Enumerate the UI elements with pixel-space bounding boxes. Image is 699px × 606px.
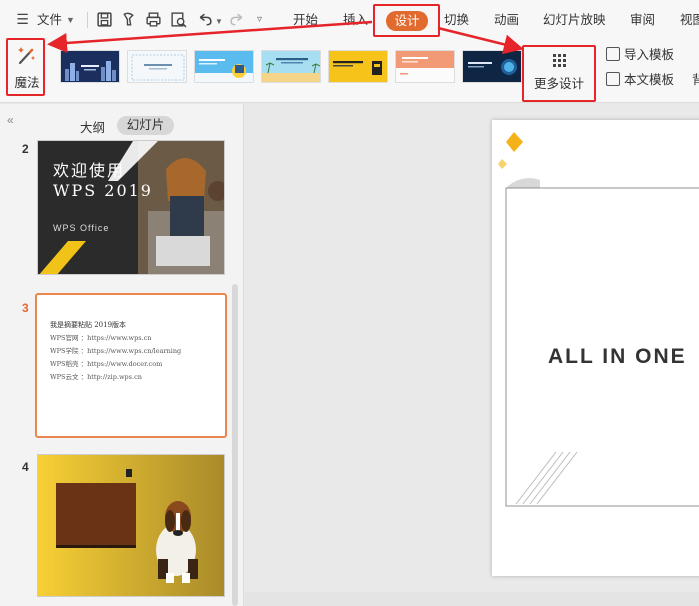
design-tab-highlight	[373, 4, 440, 37]
file-menu-chevron-icon[interactable]: ▼	[66, 10, 75, 30]
tab-insert[interactable]: 插入	[343, 10, 368, 30]
slide-thumbnail-2[interactable]: 欢迎使用 WPS 2019 WPS Office	[37, 140, 225, 275]
canvas-bottom-strip	[245, 592, 699, 606]
import-template-label: 导入模板	[624, 48, 675, 62]
slide-3-line-1: 我是摘要粘贴 2019版本	[50, 321, 127, 329]
slide-2-brand: WPS Office	[53, 223, 110, 233]
template-7-preview	[463, 51, 521, 82]
design-template-7[interactable]	[462, 50, 522, 83]
slide-4-image	[38, 455, 224, 596]
more-design-highlight	[522, 45, 596, 102]
slide-thumbnail-3[interactable]: 我是摘要粘贴 2019版本 WPS官网 ：https://www.wps.cn …	[35, 293, 227, 438]
tab-outline[interactable]: 大纲	[80, 117, 105, 136]
slide-number: 2	[22, 142, 29, 156]
tab-start[interactable]: 开始	[293, 10, 318, 30]
save-icon[interactable]	[96, 11, 113, 28]
slide-2-title: 欢迎使用	[53, 161, 126, 180]
hamburger-menu-icon[interactable]: ☰	[14, 11, 31, 28]
tab-transition[interactable]: 切换	[444, 10, 469, 30]
template-5-preview	[329, 51, 387, 82]
design-template-2[interactable]	[127, 50, 187, 83]
panel-header: « 大纲 幻灯片	[0, 104, 244, 136]
slide-3-line-2: WPS官网 ：https://www.wps.cn	[50, 334, 152, 342]
tab-animation[interactable]: 动画	[494, 10, 519, 30]
main-slide-title: ALL IN ONE	[548, 345, 687, 368]
tab-slideshow[interactable]: 幻灯片放映	[543, 10, 606, 30]
design-template-6[interactable]	[395, 50, 455, 83]
undo-icon[interactable]	[196, 11, 213, 28]
print-preview-icon[interactable]	[170, 11, 187, 28]
background-button-cutoff[interactable]: 背	[692, 71, 699, 89]
import-template-button[interactable]: 导入模板	[606, 46, 674, 64]
slide-number: 4	[22, 460, 29, 474]
template-4-preview	[262, 51, 320, 82]
slide-thumbnail-4[interactable]	[37, 454, 225, 597]
tab-slides[interactable]: 幻灯片	[117, 116, 174, 135]
divider	[87, 12, 88, 28]
format-painter-icon[interactable]	[120, 11, 137, 28]
undo-dropdown-icon[interactable]: ▼	[215, 12, 223, 32]
main-slide[interactable]: ALL IN ONE	[492, 120, 699, 576]
this-template-icon	[606, 72, 620, 86]
tab-view[interactable]: 视图	[680, 10, 699, 30]
template-1-preview	[61, 51, 119, 82]
this-template-label: 本文模板	[624, 73, 675, 87]
template-2-preview	[128, 51, 186, 82]
this-template-button[interactable]: 本文模板	[606, 71, 674, 89]
design-template-3[interactable]	[194, 50, 254, 83]
slide-3-line-4: WPS稻壳 ：https://www.docer.com	[50, 360, 163, 368]
panel-scrollbar[interactable]	[232, 284, 238, 606]
magic-highlight	[6, 38, 45, 96]
template-3-preview	[195, 51, 253, 82]
redo-icon[interactable]	[229, 11, 246, 28]
import-template-icon	[606, 47, 620, 61]
slide-3-line-3: WPS学院 ：https://www.wps.cn/learning	[50, 347, 182, 355]
menu-bar: ☰ 文件 ▼ ▼ ▿ 开始 插入 设计 切换 动画 幻灯片放映 审阅 视图	[0, 0, 699, 40]
design-template-1[interactable]	[60, 50, 120, 83]
slide-2-subtitle: WPS 2019	[53, 181, 153, 200]
file-menu[interactable]: 文件	[37, 10, 62, 30]
tab-review[interactable]: 审阅	[630, 10, 655, 30]
print-icon[interactable]	[145, 11, 162, 28]
template-6-preview	[396, 51, 454, 82]
collapse-panel-icon[interactable]: «	[7, 113, 14, 127]
slide-number-active: 3	[22, 301, 29, 315]
quick-access-more-icon[interactable]: ▿	[257, 10, 262, 30]
design-template-5[interactable]	[328, 50, 388, 83]
slide-3-line-5: WPS云文 ：http://zip.wps.cn	[50, 373, 142, 381]
slide-panel: « 大纲 幻灯片 2 欢迎使用 WPS 2019 WPS Office 3 我是…	[0, 104, 244, 606]
design-template-4[interactable]	[261, 50, 321, 83]
